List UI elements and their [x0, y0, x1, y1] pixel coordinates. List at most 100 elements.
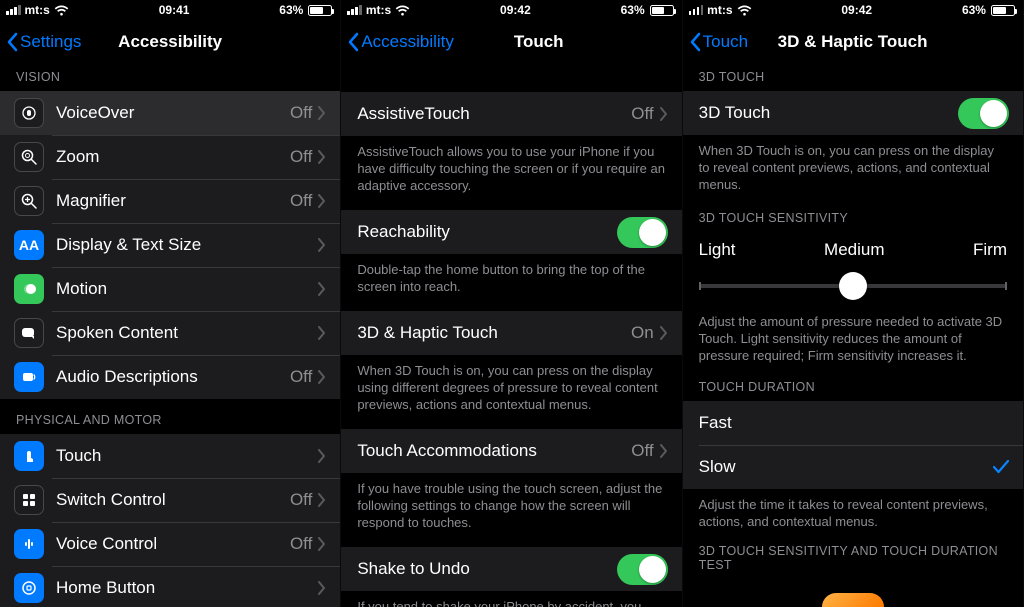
- test-preview-icon[interactable]: [822, 593, 884, 607]
- row-label: Touch Accommodations: [357, 441, 631, 461]
- home-button-icon: [14, 573, 44, 603]
- signal-icon: [6, 5, 21, 15]
- footer-sensitivity: Adjust the amount of pressure needed to …: [683, 306, 1023, 374]
- switch-control-icon: [14, 485, 44, 515]
- row-3d-haptic-touch[interactable]: 3D & Haptic Touch On: [341, 311, 681, 355]
- row-reachability[interactable]: Reachability: [341, 210, 681, 254]
- row-touch-accommodations[interactable]: Touch Accommodations Off: [341, 429, 681, 473]
- carrier-label: mt:s: [707, 3, 732, 17]
- footer-duration: Adjust the time it takes to reveal conte…: [683, 489, 1023, 540]
- carrier-label: mt:s: [25, 3, 50, 17]
- row-label: Magnifier: [56, 191, 290, 211]
- chevron-right-icon: [318, 581, 326, 595]
- motion-icon: [14, 274, 44, 304]
- battery-percent: 63%: [962, 3, 986, 17]
- signal-icon: [347, 5, 362, 15]
- row-display-text-size[interactable]: AA Display & Text Size: [0, 223, 340, 267]
- section-header-vision: VISION: [0, 64, 340, 91]
- back-button[interactable]: Settings: [6, 32, 81, 52]
- section-header-duration: TOUCH DURATION: [683, 374, 1023, 401]
- sensitivity-light-label: Light: [699, 240, 736, 260]
- row-shake-to-undo[interactable]: Shake to Undo: [341, 547, 681, 591]
- row-value: Off: [631, 104, 653, 124]
- footer-3d-haptic: When 3D Touch is on, you can press on th…: [341, 355, 681, 429]
- section-header-test: 3D TOUCH SENSITIVITY AND TOUCH DURATION …: [683, 540, 1023, 579]
- chevron-right-icon: [318, 537, 326, 551]
- row-3d-touch[interactable]: 3D Touch: [683, 91, 1023, 135]
- row-label: Fast: [699, 413, 1009, 433]
- row-label: Reachability: [357, 222, 616, 242]
- section-header-physical: PHYSICAL AND MOTOR: [0, 399, 340, 434]
- row-label: Audio Descriptions: [56, 367, 290, 387]
- section-header-3dtouch: 3D TOUCH: [683, 64, 1023, 91]
- battery-icon: [650, 5, 674, 16]
- row-value: On: [631, 323, 654, 343]
- row-duration-fast[interactable]: Fast: [683, 401, 1023, 445]
- reachability-toggle[interactable]: [617, 217, 668, 248]
- footer-3dtouch: When 3D Touch is on, you can press on th…: [683, 135, 1023, 203]
- chevron-right-icon: [318, 106, 326, 120]
- sensitivity-firm-label: Firm: [973, 240, 1007, 260]
- section-header-sensitivity: 3D TOUCH SENSITIVITY: [683, 203, 1023, 232]
- row-switch-control[interactable]: Switch Control Off: [0, 478, 340, 522]
- sensitivity-medium-label: Medium: [824, 240, 884, 260]
- spoken-content-icon: [14, 318, 44, 348]
- row-value: Off: [290, 534, 312, 554]
- carrier-label: mt:s: [366, 3, 391, 17]
- row-audio-descriptions[interactable]: Audio Descriptions Off: [0, 355, 340, 399]
- row-magnifier[interactable]: Magnifier Off: [0, 179, 340, 223]
- row-duration-slow[interactable]: Slow: [683, 445, 1023, 489]
- row-label: Motion: [56, 279, 318, 299]
- row-voice-control[interactable]: Voice Control Off: [0, 522, 340, 566]
- back-button[interactable]: Accessibility: [347, 32, 454, 52]
- row-motion[interactable]: Motion: [0, 267, 340, 311]
- wifi-icon: [395, 5, 410, 16]
- footer-shake: If you tend to shake your iPhone by acci…: [341, 591, 681, 607]
- chevron-right-icon: [318, 238, 326, 252]
- sensitivity-labels: Light Medium Firm: [699, 232, 1007, 270]
- row-label: Display & Text Size: [56, 235, 318, 255]
- chevron-right-icon: [318, 282, 326, 296]
- row-value: Off: [290, 191, 312, 211]
- shake-to-undo-toggle[interactable]: [617, 554, 668, 585]
- voice-control-icon: [14, 529, 44, 559]
- back-label: Settings: [20, 32, 81, 52]
- battery-percent: 63%: [279, 3, 303, 17]
- slider-thumb[interactable]: [839, 272, 867, 300]
- magnifier-icon: [14, 186, 44, 216]
- back-button[interactable]: Touch: [689, 32, 748, 52]
- chevron-right-icon: [318, 370, 326, 384]
- chevron-right-icon: [318, 493, 326, 507]
- chevron-left-icon: [6, 32, 18, 52]
- row-zoom[interactable]: Zoom Off: [0, 135, 340, 179]
- sensitivity-slider[interactable]: [699, 284, 1007, 288]
- status-bar: mt:s 09:42 63%: [683, 0, 1023, 20]
- battery-icon: [308, 5, 332, 16]
- text-size-icon: AA: [14, 230, 44, 260]
- row-touch[interactable]: Touch: [0, 434, 340, 478]
- chevron-left-icon: [689, 32, 701, 52]
- row-label: Slow: [699, 457, 993, 477]
- row-label: Spoken Content: [56, 323, 318, 343]
- row-label: VoiceOver: [56, 103, 290, 123]
- footer-assistivetouch: AssistiveTouch allows you to use your iP…: [341, 136, 681, 210]
- row-label: Shake to Undo: [357, 559, 616, 579]
- row-voiceover[interactable]: VoiceOver Off: [0, 91, 340, 135]
- row-label: Touch: [56, 446, 318, 466]
- chevron-right-icon: [660, 444, 668, 458]
- row-label: Voice Control: [56, 534, 290, 554]
- row-label: 3D Touch: [699, 103, 958, 123]
- row-value: Off: [290, 103, 312, 123]
- footer-accommodations: If you have trouble using the touch scre…: [341, 473, 681, 547]
- chevron-right-icon: [318, 194, 326, 208]
- page-title: Touch: [514, 32, 564, 52]
- row-assistivetouch[interactable]: AssistiveTouch Off: [341, 92, 681, 136]
- footer-reachability: Double-tap the home button to bring the …: [341, 254, 681, 311]
- nav-header: Settings Accessibility: [0, 20, 340, 64]
- row-label: AssistiveTouch: [357, 104, 631, 124]
- battery-percent: 63%: [621, 3, 645, 17]
- row-spoken-content[interactable]: Spoken Content: [0, 311, 340, 355]
- wifi-icon: [737, 5, 752, 16]
- 3d-touch-toggle[interactable]: [958, 98, 1009, 129]
- row-home-button[interactable]: Home Button: [0, 566, 340, 607]
